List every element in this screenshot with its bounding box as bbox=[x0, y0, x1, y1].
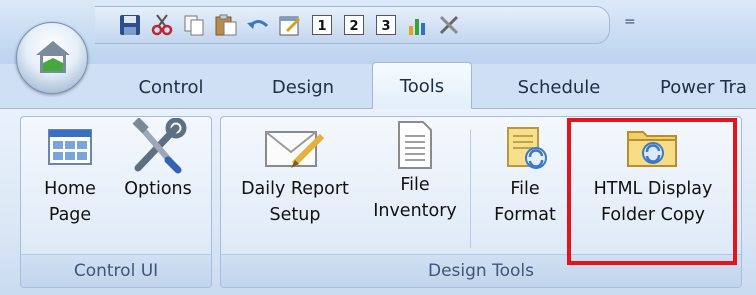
save-icon[interactable] bbox=[117, 14, 143, 36]
home-page-label-line2: Page bbox=[48, 205, 92, 225]
tab-design[interactable]: Design bbox=[254, 64, 352, 108]
file-format-icon bbox=[507, 127, 547, 169]
file-format-button[interactable]: File Format bbox=[484, 124, 566, 228]
file-format-label-line2: Format bbox=[494, 205, 556, 225]
envelope-pencil-icon bbox=[265, 131, 325, 168]
options-label: Options bbox=[124, 179, 192, 199]
calendar-1-label: 1 bbox=[312, 15, 332, 35]
calendar-2-label: 2 bbox=[344, 15, 364, 35]
calendar-3-label: 3 bbox=[376, 15, 396, 35]
group-separator bbox=[470, 130, 471, 248]
file-format-label-line1: File bbox=[510, 179, 540, 199]
application-button[interactable] bbox=[16, 22, 88, 94]
quick-access-toolbar: 1 2 3 bbox=[95, 6, 610, 44]
undo-icon[interactable] bbox=[245, 14, 271, 36]
calendar-icon[interactable] bbox=[277, 14, 303, 36]
home-page-icon bbox=[48, 129, 92, 165]
calendar-2-icon[interactable]: 2 bbox=[341, 14, 367, 36]
home-page-label-line1: Home bbox=[44, 179, 96, 199]
tab-power-tra[interactable]: Power Tra bbox=[646, 64, 756, 108]
copy-icon[interactable] bbox=[181, 14, 207, 36]
paste-icon[interactable] bbox=[213, 14, 239, 36]
highlight-box bbox=[567, 118, 737, 265]
document-icon bbox=[398, 121, 432, 169]
file-inventory-button[interactable]: File Inventory bbox=[366, 121, 464, 224]
home-app-icon bbox=[36, 41, 70, 73]
group-label-control-ui: Control UI bbox=[21, 254, 211, 287]
quick-access-dropdown[interactable]: = bbox=[624, 14, 636, 30]
file-inventory-label-line1: File bbox=[400, 175, 430, 195]
tab-schedule[interactable]: Schedule bbox=[494, 64, 624, 108]
title-bar: 1 2 3 = bbox=[0, 0, 756, 64]
daily-report-label-line2: Setup bbox=[269, 205, 321, 225]
calendar-3-icon[interactable]: 3 bbox=[373, 14, 399, 36]
chart-icon[interactable] bbox=[405, 14, 431, 36]
tab-control[interactable]: Control bbox=[118, 64, 224, 108]
tab-tools[interactable]: Tools bbox=[372, 62, 472, 109]
calendar-1-icon[interactable]: 1 bbox=[309, 14, 335, 36]
options-button[interactable]: Options bbox=[110, 118, 206, 202]
cut-icon[interactable] bbox=[149, 14, 175, 36]
tools-icon[interactable] bbox=[437, 14, 463, 36]
daily-report-setup-button[interactable]: Daily Report Setup bbox=[228, 124, 362, 228]
home-page-button[interactable]: Home Page bbox=[34, 124, 106, 228]
options-tools-icon bbox=[132, 118, 187, 174]
file-inventory-label-line2: Inventory bbox=[373, 201, 457, 221]
daily-report-label-line1: Daily Report bbox=[241, 179, 349, 199]
